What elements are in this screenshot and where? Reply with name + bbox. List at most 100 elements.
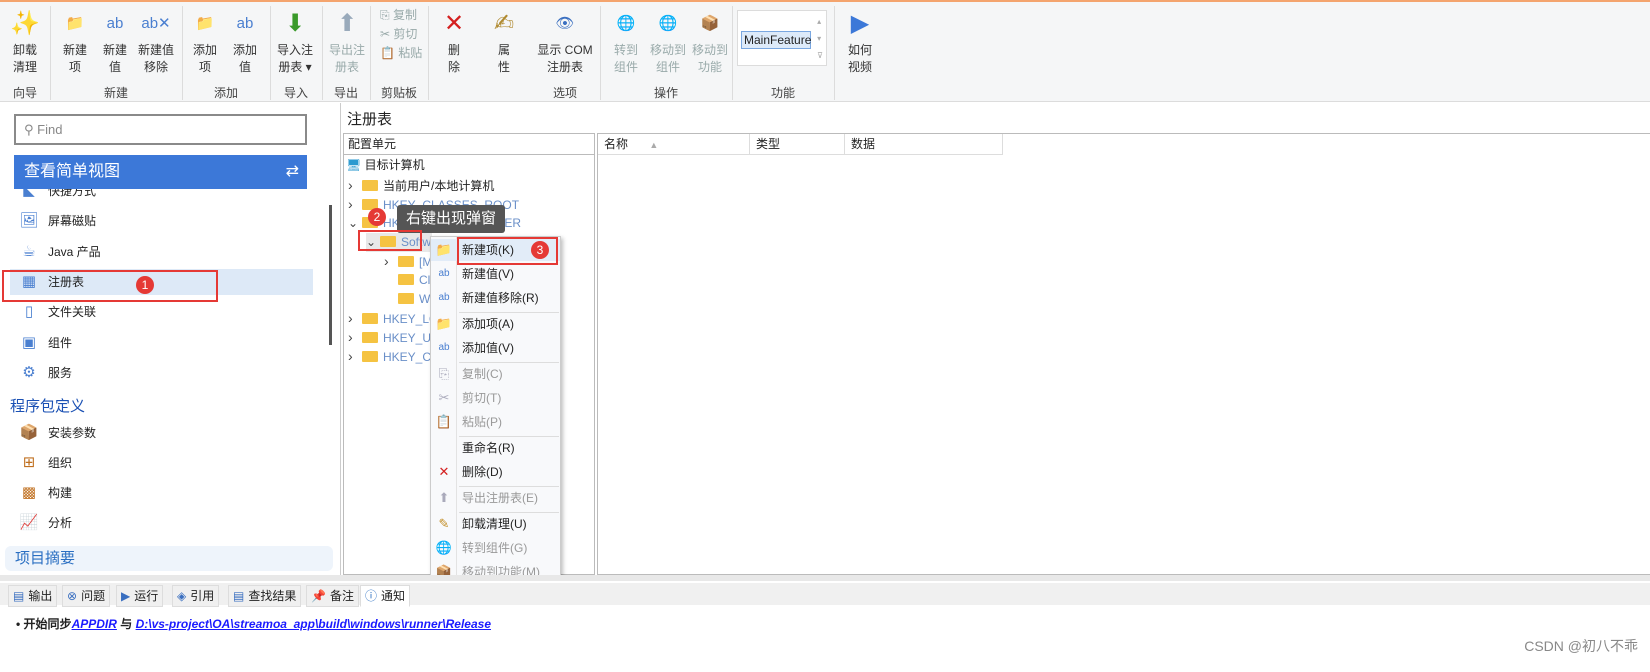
properties-button[interactable]: ✍ 属性 [486, 6, 522, 76]
paste-icon: 📋 [435, 414, 453, 429]
analysis-icon: 📈 [19, 514, 39, 531]
tree-node-label: 目标计算机 [364, 158, 425, 172]
new-value-button[interactable]: ab 新建值 [96, 6, 134, 76]
feature-list[interactable]: MainFeature ▴ ▾ ⊽ [737, 10, 827, 66]
column-type[interactable]: 类型 [750, 134, 845, 155]
copy-label: 复制 [392, 8, 417, 22]
tree-node-label: W [419, 292, 431, 306]
project-summary[interactable]: 项目摘要 [5, 546, 333, 571]
menu-item-cut[interactable]: ✂ 剪切(T) [431, 387, 560, 409]
column-data[interactable]: 数据 [845, 134, 1003, 155]
tree-node[interactable]: › [M [384, 252, 432, 271]
tab-label: 问题 [81, 589, 106, 603]
chevron-right-icon[interactable]: › [384, 252, 398, 271]
menu-item-new-value[interactable]: ab 新建值(V) [431, 263, 560, 285]
show-com-button[interactable]: 👁 显示 COM 注册表 [534, 6, 596, 76]
tree-node-label: 当前用户/本地计算机 [383, 179, 495, 193]
video-button[interactable]: ▶ 如何 视频 [840, 6, 880, 76]
tab-label: 引用 [190, 589, 215, 603]
cut-button[interactable]: ✂ 剪切 [380, 25, 417, 44]
ribbon-group-label: 功能 [770, 86, 795, 100]
tab-notes[interactable]: 📌 备注 [306, 585, 359, 607]
sidebar-scrollbar[interactable] [329, 205, 332, 345]
chevron-right-icon[interactable]: › [348, 347, 362, 366]
left-panel: ⚲ Find 查看简单视图 ⇄ 程序包定义 项目摘要 ◣ 快捷方式 🖼 屏幕磁贴 ☕ Jav… [0, 103, 340, 575]
tab-reference[interactable]: ◈ 引用 [172, 585, 220, 607]
component-icon: ▣ [21, 333, 37, 351]
view-simple-header[interactable]: 查看简单视图 ⇄ [14, 155, 307, 189]
add-folder-button[interactable]: 📁 添加项 [186, 6, 224, 76]
reference-icon: ◈ [177, 589, 187, 603]
chevron-right-icon[interactable]: › [348, 309, 362, 328]
tree-node[interactable]: W [384, 290, 430, 309]
ribbon-group-label: 添加 [213, 86, 238, 100]
cut-icon: ✂ [438, 390, 450, 405]
move-feature-button[interactable]: 📦 移动到 功能 [688, 6, 732, 76]
sidebar-item-install-params[interactable]: 📦 安装参数 [18, 420, 96, 446]
tab-output[interactable]: ▤ 输出 [8, 585, 58, 607]
release-path-link[interactable]: D:\vs-project\OA\streamoa_app\build\wind… [136, 617, 491, 631]
move-component-icon: 🌐 [658, 15, 678, 32]
import-registry-button[interactable]: ⬇ 导入注 册表 ▾ [272, 6, 318, 76]
tab-run[interactable]: ▶ 运行 [116, 585, 164, 607]
menu-item-rename[interactable]: 重命名(R) [431, 437, 560, 459]
tree-node[interactable]: › HKEY_CURRENT_CONFIG [348, 347, 436, 366]
add-value-button[interactable]: ab 添加值 [226, 6, 264, 76]
column-name[interactable]: 名称 ▲ [598, 134, 750, 155]
sidebar-item-screen-tile[interactable]: 🖼 屏幕磁贴 [18, 208, 96, 234]
new-value-remove-icon: ab [438, 292, 450, 303]
delete-icon: ✕ [438, 464, 450, 479]
export-registry-button[interactable]: ⬆ 导出注 册表 [324, 6, 370, 76]
copy-button[interactable]: ⎘ 复制 [380, 6, 417, 25]
new-folder-icon: 📁 [65, 15, 85, 32]
menu-item-delete[interactable]: ✕ 删除(D) [431, 461, 560, 483]
find-input[interactable]: ⚲ Find [14, 114, 307, 145]
folder-icon [362, 332, 378, 343]
button-label-1: 转到 [613, 43, 638, 57]
tree-node[interactable]: › 当前用户/本地计算机 [348, 176, 494, 195]
tree-node-label: HKEY_CURRENT_CONFIG [383, 350, 436, 364]
chevron-right-icon[interactable]: › [348, 176, 362, 195]
chevron-right-icon[interactable]: › [348, 195, 362, 214]
switch-icon[interactable]: ⇄ [286, 155, 299, 189]
tree-node[interactable]: 🖥 目标计算机 [346, 156, 425, 175]
appdir-link[interactable]: APPDIR [72, 617, 117, 631]
menu-item-goto-component[interactable]: 🌐 转到组件(G) [431, 537, 560, 559]
tree-node[interactable]: Cl [384, 271, 430, 290]
tree-node[interactable]: › HKEY_USERS [348, 328, 436, 347]
delete-button[interactable]: ✕ 删除 [436, 6, 472, 76]
menu-item-copy[interactable]: ⎘ 复制(C) [431, 363, 560, 385]
menu-item-new-value-remove[interactable]: ab 新建值移除(R) [431, 287, 560, 309]
file-association-icon: ▯ [24, 303, 34, 321]
sidebar-item-component[interactable]: ▣ 组件 [18, 330, 72, 356]
feature-scroll-icons[interactable]: ▴ ▾ ⊽ [817, 13, 823, 64]
sidebar-item-build[interactable]: ▩ 构建 [18, 480, 72, 506]
new-value-remove-button[interactable]: ab✕ 新建值 移除 [134, 6, 178, 76]
wizard-button[interactable]: ✨ 卸载 清理 [6, 6, 44, 76]
sidebar-item-organization[interactable]: ⊞ 组织 [18, 450, 72, 476]
sidebar-item-shortcut[interactable]: ◣ 快捷方式 [18, 189, 96, 201]
chevron-right-icon[interactable]: › [348, 328, 362, 347]
add-value-icon: ab [236, 15, 254, 32]
sidebar-item-file-association[interactable]: ▯ 文件关联 [18, 299, 96, 325]
tab-notification[interactable]: ⓘ 通知 [360, 585, 411, 607]
sidebar-item-analysis[interactable]: 📈 分析 [18, 510, 72, 536]
tab-problems[interactable]: ⊗ 问题 [62, 585, 111, 607]
menu-item-add-key[interactable]: 📁 添加项(A) [431, 313, 560, 335]
menu-item-export-registry[interactable]: ⬆ 导出注册表(E) [431, 487, 560, 509]
menu-item-uninstall-cleanup[interactable]: ✎ 卸载清理(U) [431, 513, 560, 535]
new-folder-button[interactable]: 📁 新建项 [56, 6, 94, 76]
move-feature-icon: 📦 [700, 15, 720, 32]
add-value-icon: ab [438, 342, 450, 353]
goto-component-button[interactable]: 🌐 转到 组件 [606, 6, 646, 76]
menu-item-paste[interactable]: 📋 粘贴(P) [431, 411, 560, 433]
sidebar-item-label: 屏幕磁贴 [48, 214, 97, 229]
sidebar-item-service[interactable]: ⚙ 服务 [18, 360, 72, 386]
tree-node[interactable]: › HKEY_LOCAL_MACHINE [348, 309, 436, 328]
menu-item-add-value[interactable]: ab 添加值(V) [431, 337, 560, 359]
sidebar-item-java[interactable]: ☕ Java 产品 [18, 239, 100, 265]
feature-selected[interactable]: MainFeature [741, 31, 811, 49]
paste-button[interactable]: 📋 粘贴 [380, 44, 422, 63]
tab-find-results[interactable]: ▤ 查找结果 [228, 585, 302, 607]
move-component-button[interactable]: 🌐 移动到 组件 [646, 6, 690, 76]
